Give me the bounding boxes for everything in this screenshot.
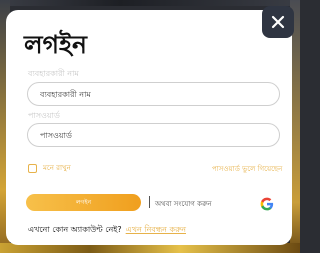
remember-checkbox[interactable]: [28, 163, 37, 173]
login-modal: লগইন ব্যবহারকারী নাম পাসওয়ার্ড মনে রাখু…: [6, 10, 292, 245]
register-link[interactable]: এখন নিবন্ধন করুন: [126, 224, 186, 237]
signup-row: এখনো কোন অ্যাকাউন্ট নেই? এখন নিবন্ধন করু…: [28, 224, 186, 237]
no-account-text: এখনো কোন অ্যাকাউন্ট নেই?: [28, 225, 122, 234]
forgot-password-link[interactable]: পাসওয়ার্ড ভুলে গিয়েছেন: [212, 163, 282, 175]
remember-me[interactable]: মনে রাখুন: [28, 162, 71, 174]
close-button[interactable]: [262, 6, 294, 38]
login-title: লগইন: [24, 30, 87, 59]
social-login-label: অথবা সংযোগ করুন: [155, 200, 212, 208]
close-icon: [271, 15, 285, 29]
password-label: পাসওয়ার্ড: [28, 111, 60, 120]
divider: [149, 196, 150, 208]
remember-label: মনে রাখুন: [43, 164, 71, 172]
username-label: ব্যবহারকারী নাম: [28, 69, 79, 78]
login-button[interactable]: লগইন: [26, 194, 141, 211]
password-input[interactable]: [27, 123, 280, 147]
google-icon[interactable]: [260, 196, 274, 211]
background-top: [0, 0, 300, 6]
username-input[interactable]: [27, 82, 280, 106]
